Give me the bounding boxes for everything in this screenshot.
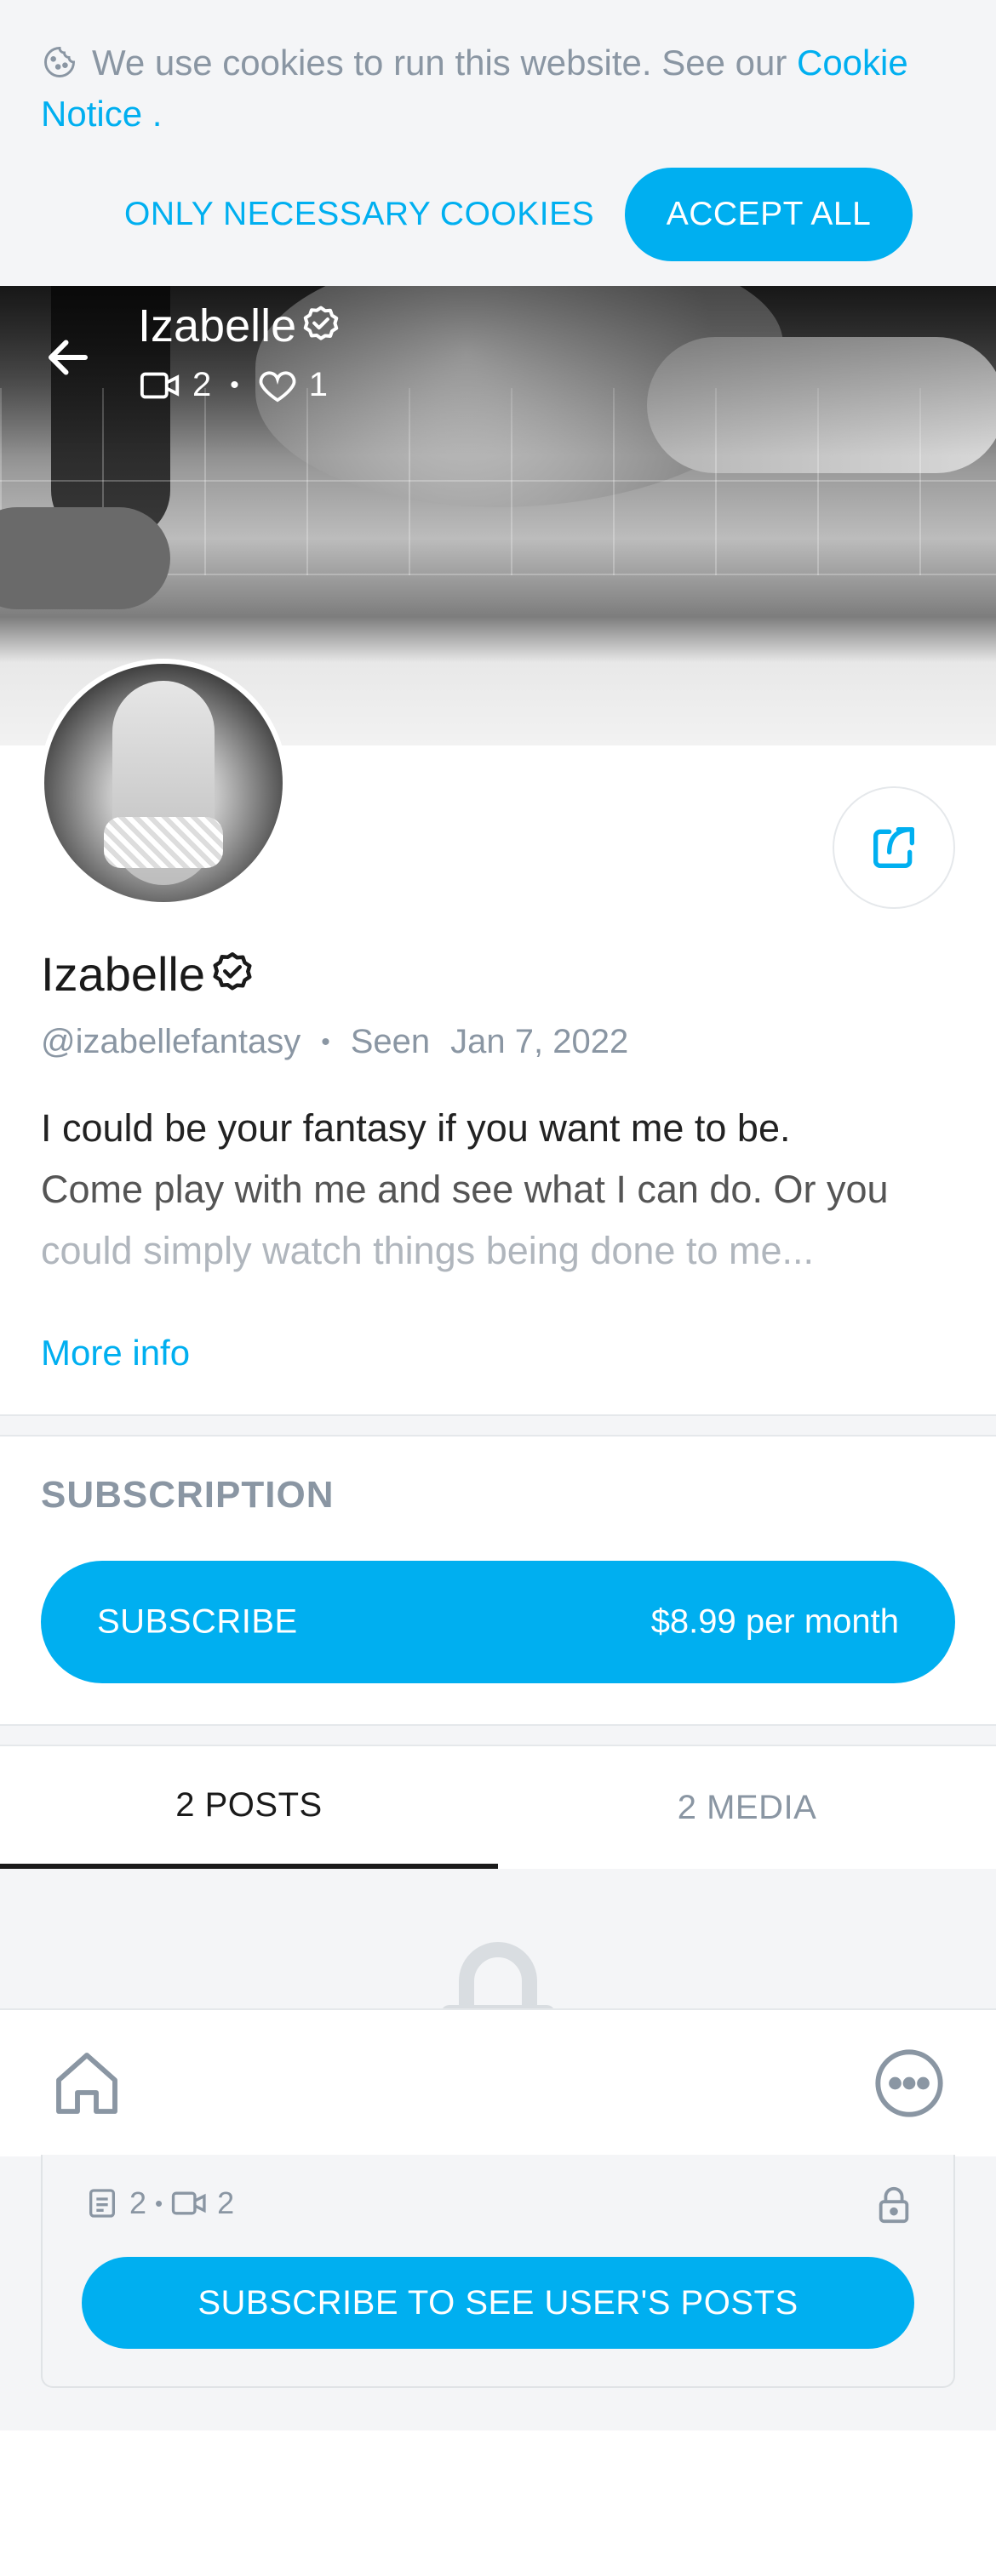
more-dots-icon[interactable] xyxy=(872,2046,947,2121)
section-divider xyxy=(0,1724,996,1746)
lock-icon xyxy=(441,1942,555,2012)
tab-posts[interactable]: 2 POSTS xyxy=(0,1746,498,1869)
verified-badge-icon xyxy=(303,306,339,340)
header-name: Izabelle xyxy=(138,300,297,351)
profile-bio: I could be your fantasy if you want me t… xyxy=(41,1098,960,1282)
header-title: Izabelle xyxy=(138,300,344,352)
bottom-navigation xyxy=(0,2008,996,2156)
tab-media[interactable]: 2 MEDIA xyxy=(498,1746,996,1869)
subscribe-button[interactable]: SUBSCRIBE $8.99 per month xyxy=(41,1561,955,1683)
username: @izabellefantasy xyxy=(41,1023,301,1060)
bio-line: Come play with me and see what I can do.… xyxy=(41,1168,889,1211)
more-info-link[interactable]: More info xyxy=(41,1333,190,1374)
separator-dot: • xyxy=(155,2190,163,2216)
subscription-title: SUBSCRIPTION xyxy=(41,1474,335,1516)
separator-dot: • xyxy=(321,1027,330,1056)
header-video-count: 2 xyxy=(192,366,212,403)
cookie-message: We use cookies to run this website. See … xyxy=(41,37,960,140)
accept-all-button[interactable]: ACCEPT ALL xyxy=(625,168,913,261)
profile-name-text: Izabelle xyxy=(41,947,206,1001)
card-video-count: 2 xyxy=(217,2185,235,2220)
separator-dot: • xyxy=(230,370,239,399)
only-necessary-cookies-button[interactable]: ONLY NECESSARY COOKIES xyxy=(124,191,594,238)
subscribe-to-see-posts-button[interactable]: SUBSCRIBE TO SEE USER'S POSTS xyxy=(82,2257,914,2349)
card-post-count: 2 xyxy=(129,2185,147,2220)
handle-row: @izabellefantasy • Seen Jan 7, 2022 xyxy=(41,1023,628,1061)
page-footer-space xyxy=(0,2430,996,2576)
header-like-count: 1 xyxy=(308,366,329,403)
profile-name: Izabelle xyxy=(41,946,258,1002)
card-stats: 2 • 2 xyxy=(85,2185,234,2221)
home-icon[interactable] xyxy=(49,2046,124,2121)
cookie-suffix: . xyxy=(142,94,163,134)
verified-badge-icon xyxy=(213,951,252,990)
subscribe-label: SUBSCRIBE xyxy=(97,1602,298,1641)
bio-line: I could be your fantasy if you want me t… xyxy=(41,1106,791,1150)
cookie-banner: We use cookies to run this website. See … xyxy=(0,0,996,286)
header-stats: 2 • 1 xyxy=(140,366,328,404)
subscription-price: $8.99 per month xyxy=(650,1602,899,1641)
arrow-left-icon[interactable] xyxy=(43,332,94,383)
document-icon xyxy=(89,2189,115,2218)
share-icon xyxy=(873,827,914,868)
video-camera-icon xyxy=(140,372,180,398)
lock-icon xyxy=(879,2186,909,2224)
seen-date: Jan 7, 2022 xyxy=(450,1023,629,1060)
section-divider xyxy=(0,1414,996,1437)
heart-icon xyxy=(259,370,296,402)
avatar[interactable] xyxy=(39,659,288,907)
cookie-icon xyxy=(44,46,75,77)
share-button[interactable] xyxy=(833,786,955,909)
seen-label: Seen xyxy=(350,1023,431,1060)
cookie-text: We use cookies to run this website. See … xyxy=(92,43,797,83)
video-camera-icon xyxy=(171,2191,206,2215)
profile-tabs: 2 POSTS 2 MEDIA xyxy=(0,1746,996,1871)
bio-line: could simply watch things being done to … xyxy=(41,1229,814,1272)
